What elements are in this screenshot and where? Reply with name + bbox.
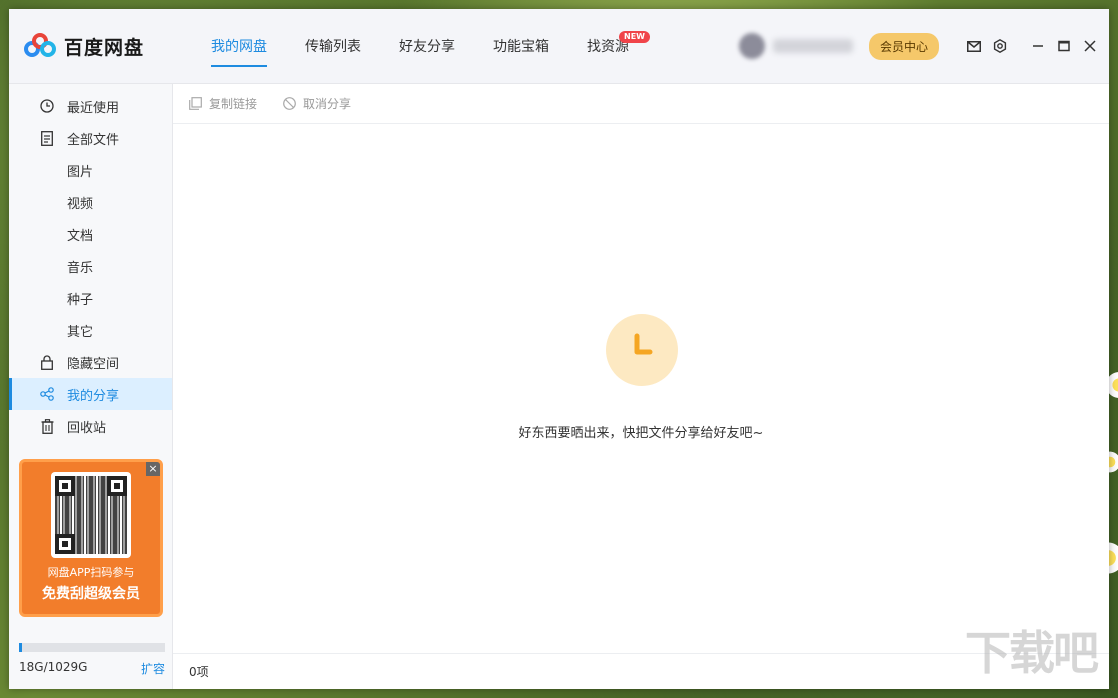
tab-my-netdisk[interactable]: 我的网盘 xyxy=(192,9,286,83)
storage-info: 18G/1029G 扩容 xyxy=(19,643,165,677)
mail-icon[interactable] xyxy=(961,33,987,59)
sidebar-item-label: 视频 xyxy=(67,196,94,212)
settings-icon[interactable] xyxy=(987,33,1013,59)
sidebar-item-torrents[interactable]: 种子 xyxy=(9,282,172,314)
ban-icon xyxy=(283,97,296,110)
sidebar-item-recent[interactable]: 最近使用 xyxy=(9,90,172,122)
promo-close-button[interactable]: × xyxy=(146,462,160,476)
sidebar-item-all-files[interactable]: 全部文件 xyxy=(9,122,172,154)
tab-label: 我的网盘 xyxy=(211,39,267,55)
sidebar-item-label: 种子 xyxy=(67,292,94,308)
storage-text: 18G/1029G xyxy=(19,660,88,674)
trash-icon xyxy=(39,418,55,434)
sidebar-item-label: 文档 xyxy=(67,228,94,244)
vip-center-button[interactable]: 会员中心 xyxy=(868,32,939,60)
app-logo: 百度网盘 xyxy=(24,33,192,60)
title-bar: 百度网盘 我的网盘 传输列表 好友分享 功能宝箱 找资源 NEW 会员中心 xyxy=(9,9,1109,84)
tab-label: 传输列表 xyxy=(305,39,361,55)
tab-friend-share[interactable]: 好友分享 xyxy=(380,9,474,83)
minimize-icon[interactable] xyxy=(1025,33,1051,59)
share-icon xyxy=(39,386,55,402)
username-blurred xyxy=(772,39,853,53)
sidebar: 最近使用 全部文件 图片 视频 文档 音乐 种子 其它 隐藏空间 我的分享 回收… xyxy=(9,84,173,689)
top-right-controls: 会员中心 xyxy=(738,9,1109,83)
new-badge: NEW xyxy=(619,31,650,43)
cancel-share-label: 取消分享 xyxy=(303,97,352,111)
avatar xyxy=(738,33,765,59)
user-profile[interactable] xyxy=(738,33,853,59)
sidebar-item-music[interactable]: 音乐 xyxy=(9,250,172,282)
tab-transfer-list[interactable]: 传输列表 xyxy=(286,9,380,83)
sidebar-item-hidden-space[interactable]: 隐藏空间 xyxy=(9,346,172,378)
sidebar-item-label: 其它 xyxy=(67,324,94,340)
main-panel: 复制链接 取消分享 好东西要晒出来，快把文件分享给好友吧~ 0项 xyxy=(173,84,1109,689)
sidebar-item-label: 图片 xyxy=(67,164,94,180)
sidebar-item-documents[interactable]: 文档 xyxy=(9,218,172,250)
copy-icon xyxy=(189,97,202,110)
sidebar-item-label: 最近使用 xyxy=(67,100,120,116)
empty-clock-icon xyxy=(606,314,678,386)
file-icon xyxy=(39,130,55,146)
promo-line1: 网盘APP扫码参与 xyxy=(47,566,135,579)
tab-label: 好友分享 xyxy=(399,39,455,55)
app-window: 百度网盘 我的网盘 传输列表 好友分享 功能宝箱 找资源 NEW 会员中心 最近… xyxy=(9,9,1109,689)
sidebar-item-label: 全部文件 xyxy=(67,132,120,148)
sidebar-item-videos[interactable]: 视频 xyxy=(9,186,172,218)
main-nav: 我的网盘 传输列表 好友分享 功能宝箱 找资源 NEW xyxy=(192,9,650,83)
baidu-netdisk-logo-icon xyxy=(24,33,56,59)
qr-code-icon xyxy=(51,472,131,558)
content-area: 好东西要晒出来，快把文件分享给好友吧~ xyxy=(173,124,1109,653)
sidebar-item-label: 音乐 xyxy=(67,260,94,276)
empty-state-message: 好东西要晒出来，快把文件分享给好友吧~ xyxy=(518,426,764,441)
storage-fill xyxy=(19,643,22,652)
tab-label: 功能宝箱 xyxy=(493,39,549,55)
clock-icon xyxy=(39,98,55,114)
sidebar-item-others[interactable]: 其它 xyxy=(9,314,172,346)
copy-link-button[interactable]: 复制链接 xyxy=(189,95,257,112)
item-count: 0项 xyxy=(189,665,209,679)
sidebar-item-my-share[interactable]: 我的分享 xyxy=(9,378,172,410)
tab-find-resources[interactable]: 找资源 NEW xyxy=(568,9,650,83)
maximize-icon[interactable] xyxy=(1051,33,1077,59)
sidebar-item-recycle-bin[interactable]: 回收站 xyxy=(9,410,172,442)
sidebar-item-label: 隐藏空间 xyxy=(67,356,120,372)
app-name: 百度网盘 xyxy=(64,36,145,59)
close-icon[interactable] xyxy=(1077,33,1103,59)
toolbar: 复制链接 取消分享 xyxy=(173,84,1109,124)
sidebar-item-label: 我的分享 xyxy=(67,388,120,404)
storage-bar xyxy=(19,643,165,652)
lock-icon xyxy=(39,354,55,370)
copy-link-label: 复制链接 xyxy=(209,97,258,111)
tab-toolbox[interactable]: 功能宝箱 xyxy=(474,9,568,83)
cancel-share-button[interactable]: 取消分享 xyxy=(283,95,351,112)
sidebar-item-images[interactable]: 图片 xyxy=(9,154,172,186)
promo-line2: 免费刮超级会员 xyxy=(42,586,140,602)
sidebar-item-label: 回收站 xyxy=(67,420,107,436)
promo-banner[interactable]: × 网盘APP扫码参与 免费刮超级会员 xyxy=(19,459,163,617)
watermark-logo: 下载吧 xyxy=(965,626,1099,680)
expand-storage-link[interactable]: 扩容 xyxy=(141,660,165,677)
